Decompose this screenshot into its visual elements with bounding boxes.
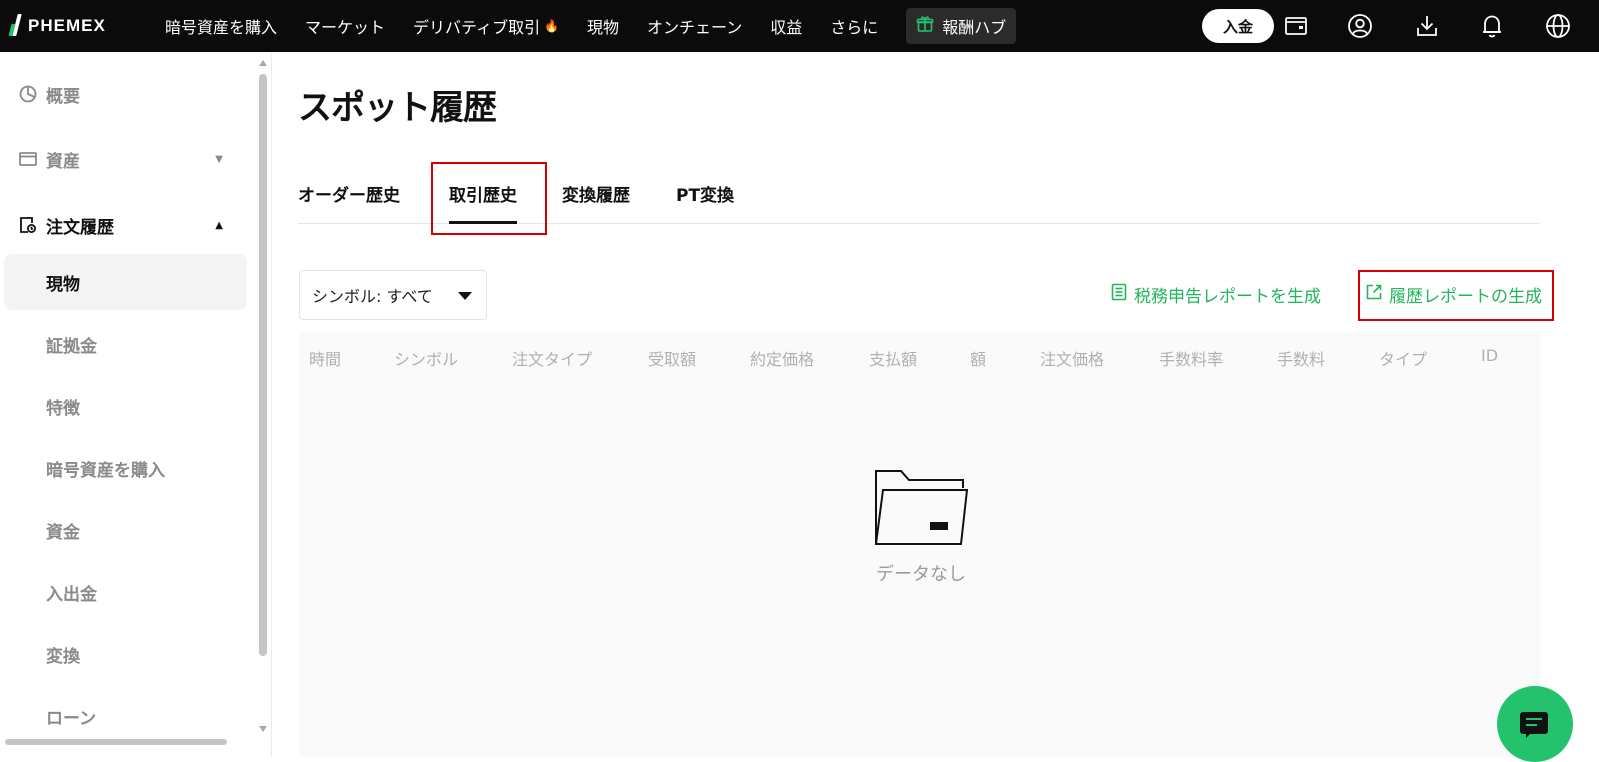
- tax-report-label: 税務申告レポートを生成: [1134, 287, 1321, 307]
- trade-history-table: 時間 シンボル 注文タイプ 受取額 約定価格 支払額 額 注文価格 手数料率 手…: [299, 332, 1540, 757]
- nav-spot[interactable]: 現物: [587, 14, 619, 38]
- nav-earn[interactable]: 収益: [770, 14, 802, 38]
- sidebar-item-deposit-withdraw[interactable]: 入出金: [4, 564, 247, 620]
- nav-onchain[interactable]: オンチェーン: [647, 14, 742, 38]
- sidebar-item-label: 資産: [46, 151, 80, 172]
- nav-buy-crypto[interactable]: 暗号資産を購入: [165, 14, 277, 38]
- nav-derivatives[interactable]: デリバティブ取引 🔥: [413, 14, 559, 38]
- column-header-received: 受取額: [648, 350, 697, 369]
- sidebar-scrollbar[interactable]: [258, 60, 268, 740]
- gift-icon: [916, 15, 934, 37]
- symbol-filter-select[interactable]: シンボル: すべて: [299, 270, 487, 320]
- top-navigation-bar: PHEMEX 暗号資産を購入 マーケット デリバティブ取引 🔥 現物 オンチェーン…: [0, 0, 1599, 52]
- empty-state-text: データなし: [876, 564, 966, 585]
- column-header-type: タイプ: [1379, 350, 1428, 369]
- reward-hub-label: 報酬ハブ: [942, 18, 1007, 37]
- nav-label: 暗号資産を購入: [165, 18, 278, 37]
- page-title: スポット履歴: [298, 88, 497, 128]
- highlight-box-trade-tab: [431, 162, 547, 235]
- sidebar-item-buy-crypto[interactable]: 暗号資産を購入: [4, 440, 247, 496]
- deposit-button[interactable]: 入金: [1202, 9, 1274, 43]
- sidebar-item-margin[interactable]: 証拠金: [4, 316, 247, 372]
- sidebar: 概要 資産 ▼ 注文履歴 ▲ 現物 証拠金 特徴 暗号資産を購入 資金 入出金 …: [0, 52, 272, 757]
- sidebar-item-assets[interactable]: 資産 ▼: [0, 130, 247, 188]
- sidebar-item-loan[interactable]: ローン: [4, 688, 247, 744]
- nav-more[interactable]: さらに: [830, 14, 878, 38]
- highlight-box-history-report: [1358, 270, 1554, 321]
- chat-line: [1526, 724, 1537, 726]
- user-icon[interactable]: [1347, 13, 1373, 39]
- nav-label: さらに: [830, 18, 879, 37]
- sidebar-item-overview[interactable]: 概要: [0, 65, 247, 123]
- scroll-down-arrow-icon[interactable]: [259, 726, 267, 732]
- logo-mark-icon: [10, 14, 24, 38]
- column-header-order-price: 注文価格: [1040, 350, 1105, 369]
- tab-order-history[interactable]: オーダー歴史: [298, 162, 400, 224]
- tax-report-link[interactable]: 税務申告レポートを生成: [1110, 282, 1321, 307]
- sidebar-item-label: 概要: [46, 86, 80, 107]
- reward-hub-button[interactable]: 報酬ハブ: [906, 8, 1017, 44]
- nav-label: デリバティブ取引: [413, 18, 541, 37]
- chat-line: [1526, 718, 1542, 720]
- wallet-icon: [18, 149, 38, 169]
- nav-label: 収益: [770, 18, 803, 37]
- nav-label: オンチェーン: [647, 18, 743, 37]
- sidebar-item-convert[interactable]: 変換: [4, 626, 247, 682]
- empty-folder-icon: [873, 470, 969, 552]
- tab-pt-convert[interactable]: PT変換: [676, 162, 734, 224]
- chevron-up-icon: ▲: [215, 219, 223, 231]
- scrollbar-thumb[interactable]: [259, 74, 267, 656]
- column-header-symbol: シンボル: [394, 350, 459, 369]
- symbol-filter-value: シンボル: すべて: [312, 287, 433, 306]
- chat-bubble-icon: [1520, 712, 1548, 738]
- sidebar-item-label: 注文履歴: [46, 217, 114, 238]
- logo-text: PHEMEX: [28, 16, 106, 35]
- download-icon[interactable]: [1414, 13, 1440, 39]
- column-header-fill-price: 約定価格: [750, 350, 815, 369]
- column-header-fee-rate: 手数料率: [1159, 350, 1224, 369]
- column-header-order-type: 注文タイプ: [512, 350, 593, 369]
- sidebar-item-order-history[interactable]: 注文履歴 ▲: [0, 196, 247, 254]
- wallet-icon[interactable]: [1283, 13, 1309, 39]
- sidebar-horizontal-scrollbar[interactable]: [5, 739, 227, 745]
- nav-label: マーケット: [305, 18, 386, 37]
- column-header-fee: 手数料: [1277, 350, 1326, 369]
- column-header-id: ID: [1481, 346, 1499, 365]
- scroll-up-arrow-icon[interactable]: [259, 60, 267, 66]
- chevron-down-icon: ▼: [215, 153, 223, 165]
- nav-markets[interactable]: マーケット: [305, 14, 385, 38]
- sidebar-item-spot[interactable]: 現物: [4, 254, 247, 310]
- sidebar-item-features[interactable]: 特徴: [4, 378, 247, 434]
- nav-label: 現物: [587, 18, 620, 37]
- order-history-icon: [18, 215, 38, 235]
- document-icon: [1110, 283, 1128, 306]
- empty-state: データなし: [851, 468, 991, 586]
- column-header-paid: 支払額: [869, 350, 918, 369]
- flame-icon: 🔥: [544, 19, 560, 33]
- caret-down-icon: [458, 292, 472, 300]
- sidebar-item-funding[interactable]: 資金: [4, 502, 247, 558]
- pie-chart-icon: [18, 84, 38, 104]
- globe-icon[interactable]: [1545, 13, 1571, 39]
- column-header-time: 時間: [309, 350, 342, 369]
- chat-support-button[interactable]: [1497, 686, 1573, 762]
- bell-icon[interactable]: [1479, 13, 1505, 39]
- tab-convert-history[interactable]: 変換履歴: [562, 162, 630, 224]
- column-header-amount: 額: [970, 350, 987, 369]
- phemex-logo[interactable]: PHEMEX: [10, 10, 106, 42]
- main-nav: 暗号資産を購入 マーケット デリバティブ取引 🔥 現物 オンチェーン 収益 さらに…: [165, 0, 1017, 52]
